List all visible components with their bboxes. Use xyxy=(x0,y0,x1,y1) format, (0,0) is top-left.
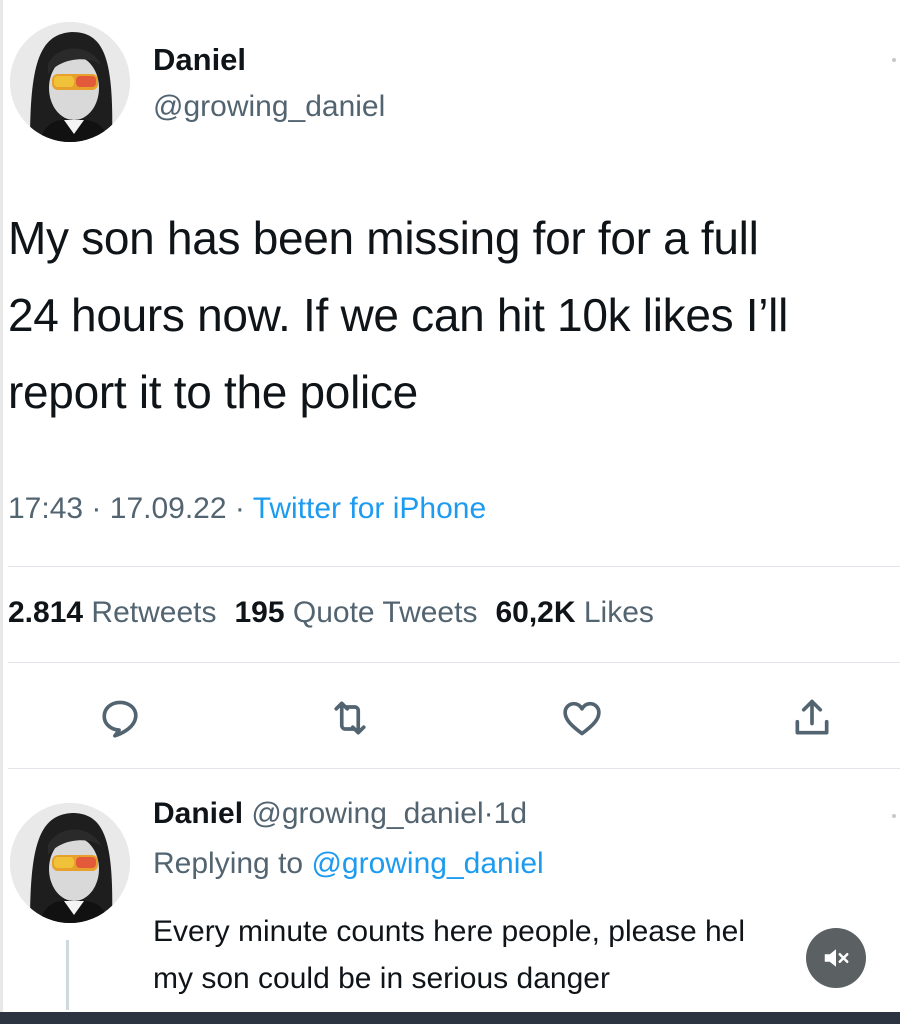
mute-button[interactable] xyxy=(806,928,866,988)
avatar-image xyxy=(10,22,130,142)
replying-mention[interactable]: @growing_daniel xyxy=(311,847,543,880)
left-edge xyxy=(0,0,3,1024)
replying-to: Replying to @growing_daniel xyxy=(153,847,544,881)
reply-header: Daniel @growing_daniel·1d xyxy=(153,797,527,831)
tweet-meta: 17:43 · 17.09.22 · Twitter for iPhone xyxy=(8,492,486,526)
tweet-time[interactable]: 17:43 xyxy=(8,492,83,525)
retweet-button[interactable] xyxy=(326,694,374,742)
meta-separator: · xyxy=(91,492,102,525)
reply-author-avatar[interactable] xyxy=(10,803,130,923)
tweet-source[interactable]: Twitter for iPhone xyxy=(253,492,486,525)
reply-icon xyxy=(102,700,138,738)
avatar-image xyxy=(10,803,130,923)
like-button[interactable] xyxy=(558,694,606,742)
thread-line xyxy=(66,940,69,1010)
likes-stat[interactable]: 60,2K Likes xyxy=(495,596,653,629)
tweet-text-line: My son has been missing for for a full xyxy=(8,212,759,264)
reply-age[interactable]: 1d xyxy=(494,797,527,830)
quotes-count: 195 xyxy=(234,596,285,629)
divider xyxy=(8,768,900,769)
tweet-text: My son has been missing for for a full 2… xyxy=(8,200,898,431)
tweet-text-line: 24 hours now. If we can hit 10k likes I’… xyxy=(8,289,789,341)
retweets-count: 2.814 xyxy=(8,596,84,629)
author-avatar[interactable] xyxy=(10,22,130,142)
divider xyxy=(8,566,900,567)
like-icon xyxy=(563,701,601,736)
replying-prefix: Replying to xyxy=(153,847,304,880)
share-button[interactable] xyxy=(788,694,836,742)
meta-separator: · xyxy=(234,492,245,525)
reply-text-line: Every minute counts here people, please … xyxy=(153,915,746,948)
likes-label: Likes xyxy=(583,596,654,629)
likes-count: 60,2K xyxy=(495,596,576,629)
tweet-text-line: report it to the police xyxy=(8,366,418,418)
author-handle[interactable]: @growing_daniel xyxy=(153,90,385,124)
speaker-muted-icon xyxy=(824,949,849,967)
share-icon xyxy=(795,699,829,735)
retweet-icon xyxy=(334,701,366,735)
quotes-stat[interactable]: 195 Quote Tweets xyxy=(234,596,477,629)
retweets-stat[interactable]: 2.814 Retweets xyxy=(8,596,216,629)
retweets-label: Retweets xyxy=(91,596,217,629)
reply-author-display-name[interactable]: Daniel xyxy=(153,797,243,830)
divider xyxy=(8,662,900,663)
tweet-screenshot: Daniel @growing_daniel My son has been m… xyxy=(0,0,900,1024)
tweet-date[interactable]: 17.09.22 xyxy=(110,492,227,525)
quotes-label: Quote Tweets xyxy=(292,596,478,629)
reply-text: Every minute counts here people, please … xyxy=(153,908,900,1002)
reply-separator: · xyxy=(483,797,494,830)
bottom-bar xyxy=(0,1012,900,1024)
author-display-name[interactable]: Daniel xyxy=(153,42,246,78)
reply-author-handle[interactable]: @growing_daniel xyxy=(251,797,483,830)
more-options-icon[interactable] xyxy=(892,58,896,62)
reply-more-options-icon[interactable] xyxy=(892,814,896,818)
reply-text-line: my son could be in serious danger xyxy=(153,962,610,995)
reply-button[interactable] xyxy=(96,694,144,742)
tweet-stats: 2.814 Retweets 195 Quote Tweets 60,2K Like… xyxy=(8,596,654,630)
